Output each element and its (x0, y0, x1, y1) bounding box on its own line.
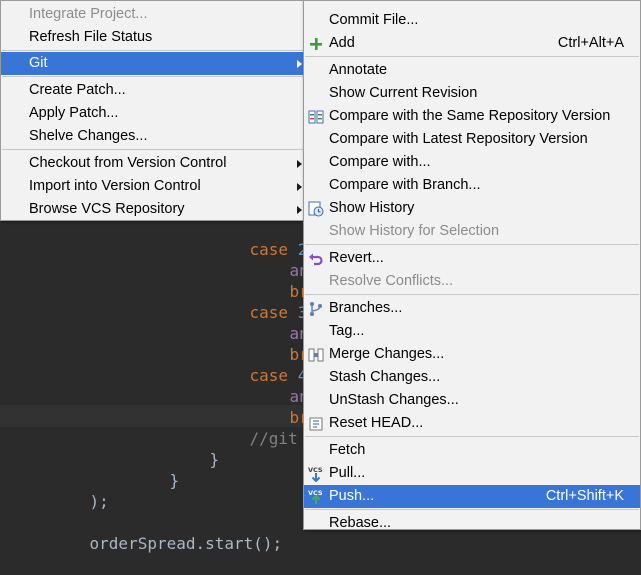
menu-item-compare-with-branch[interactable]: Compare with Branch... (304, 174, 640, 197)
reset-icon (309, 417, 323, 431)
menu-item-merge-changes[interactable]: Merge Changes... (304, 343, 640, 366)
menu-separator (305, 294, 639, 295)
vcs-push-icon: VCS (308, 489, 323, 504)
vcs-context-menu: Integrate Project... Refresh File Status… (0, 0, 305, 221)
menu-item-annotate[interactable]: Annotate (304, 59, 640, 82)
menu-item-pull[interactable]: VCS Pull... (304, 462, 640, 485)
menu-item-stash-changes[interactable]: Stash Changes... (304, 366, 640, 389)
revert-icon (309, 253, 323, 266)
menu-item-compare-same-repo-version[interactable]: Compare with the Same Repository Version (304, 105, 640, 128)
menu-item-fetch[interactable]: Fetch (304, 439, 640, 462)
menu-item-revert[interactable]: Revert... (304, 247, 640, 270)
menu-separator (305, 509, 639, 510)
submenu-arrow-icon (297, 206, 302, 214)
menu-item-rebase[interactable]: Rebase... (304, 512, 640, 535)
submenu-arrow-icon (297, 60, 302, 68)
menu-item-unstash-changes[interactable]: UnStash Changes... (304, 389, 640, 412)
menu-separator (2, 50, 303, 51)
vcs-pull-icon: VCS (308, 466, 323, 482)
menu-item-branches[interactable]: Branches... (304, 297, 640, 320)
menu-item-integrate-project[interactable]: Integrate Project... (1, 3, 304, 26)
menu-separator (305, 436, 639, 437)
menu-item-show-current-revision[interactable]: Show Current Revision (304, 82, 640, 105)
menu-separator (305, 56, 639, 57)
git-submenu: Commit File... Add Ctrl+Alt+A Annotate S… (303, 0, 641, 531)
menu-separator (305, 244, 639, 245)
menu-item-resolve-conflicts[interactable]: Resolve Conflicts... (304, 270, 640, 293)
menu-item-refresh-file-status[interactable]: Refresh File Status (1, 26, 304, 49)
submenu-arrow-icon (297, 160, 302, 168)
menu-item-commit-file[interactable]: Commit File... (304, 9, 640, 32)
menu-separator (2, 76, 303, 77)
code-line: orderSpread.start(); (89, 534, 283, 553)
compare-icon (308, 110, 324, 124)
menu-item-tag[interactable]: Tag... (304, 320, 640, 343)
menu-item-shelve-changes[interactable]: Shelve Changes... (1, 125, 304, 148)
menu-item-compare-with[interactable]: Compare with... (304, 151, 640, 174)
branches-icon (310, 302, 322, 316)
menu-item-import-into-vcs[interactable]: Import into Version Control (1, 175, 304, 198)
menu-item-create-patch[interactable]: Create Patch... (1, 79, 304, 102)
menu-item-apply-patch[interactable]: Apply Patch... (1, 102, 304, 125)
svg-text:VCS: VCS (308, 466, 323, 474)
menu-item-reset-head[interactable]: Reset HEAD... (304, 412, 640, 435)
menu-item-add[interactable]: Add Ctrl+Alt+A (304, 32, 640, 55)
menu-item-git[interactable]: Git (1, 52, 304, 75)
menu-item-show-history-for-selection[interactable]: Show History for Selection (304, 220, 640, 243)
menu-separator (2, 149, 303, 150)
merge-icon (308, 348, 324, 362)
menu-item-push[interactable]: VCS Push... Ctrl+Shift+K (304, 485, 640, 508)
code-line: } (169, 471, 180, 490)
menu-item-compare-latest-repo-version[interactable]: Compare with Latest Repository Version (304, 128, 640, 151)
history-icon (308, 201, 324, 217)
plus-icon (310, 38, 322, 50)
submenu-arrow-icon (297, 183, 302, 191)
menu-item-checkout-from-vcs[interactable]: Checkout from Version Control (1, 152, 304, 175)
code-line: //git (249, 429, 298, 448)
menu-item-browse-vcs-repository[interactable]: Browse VCS Repository (1, 198, 304, 221)
menu-item-show-history[interactable]: Show History (304, 197, 640, 220)
